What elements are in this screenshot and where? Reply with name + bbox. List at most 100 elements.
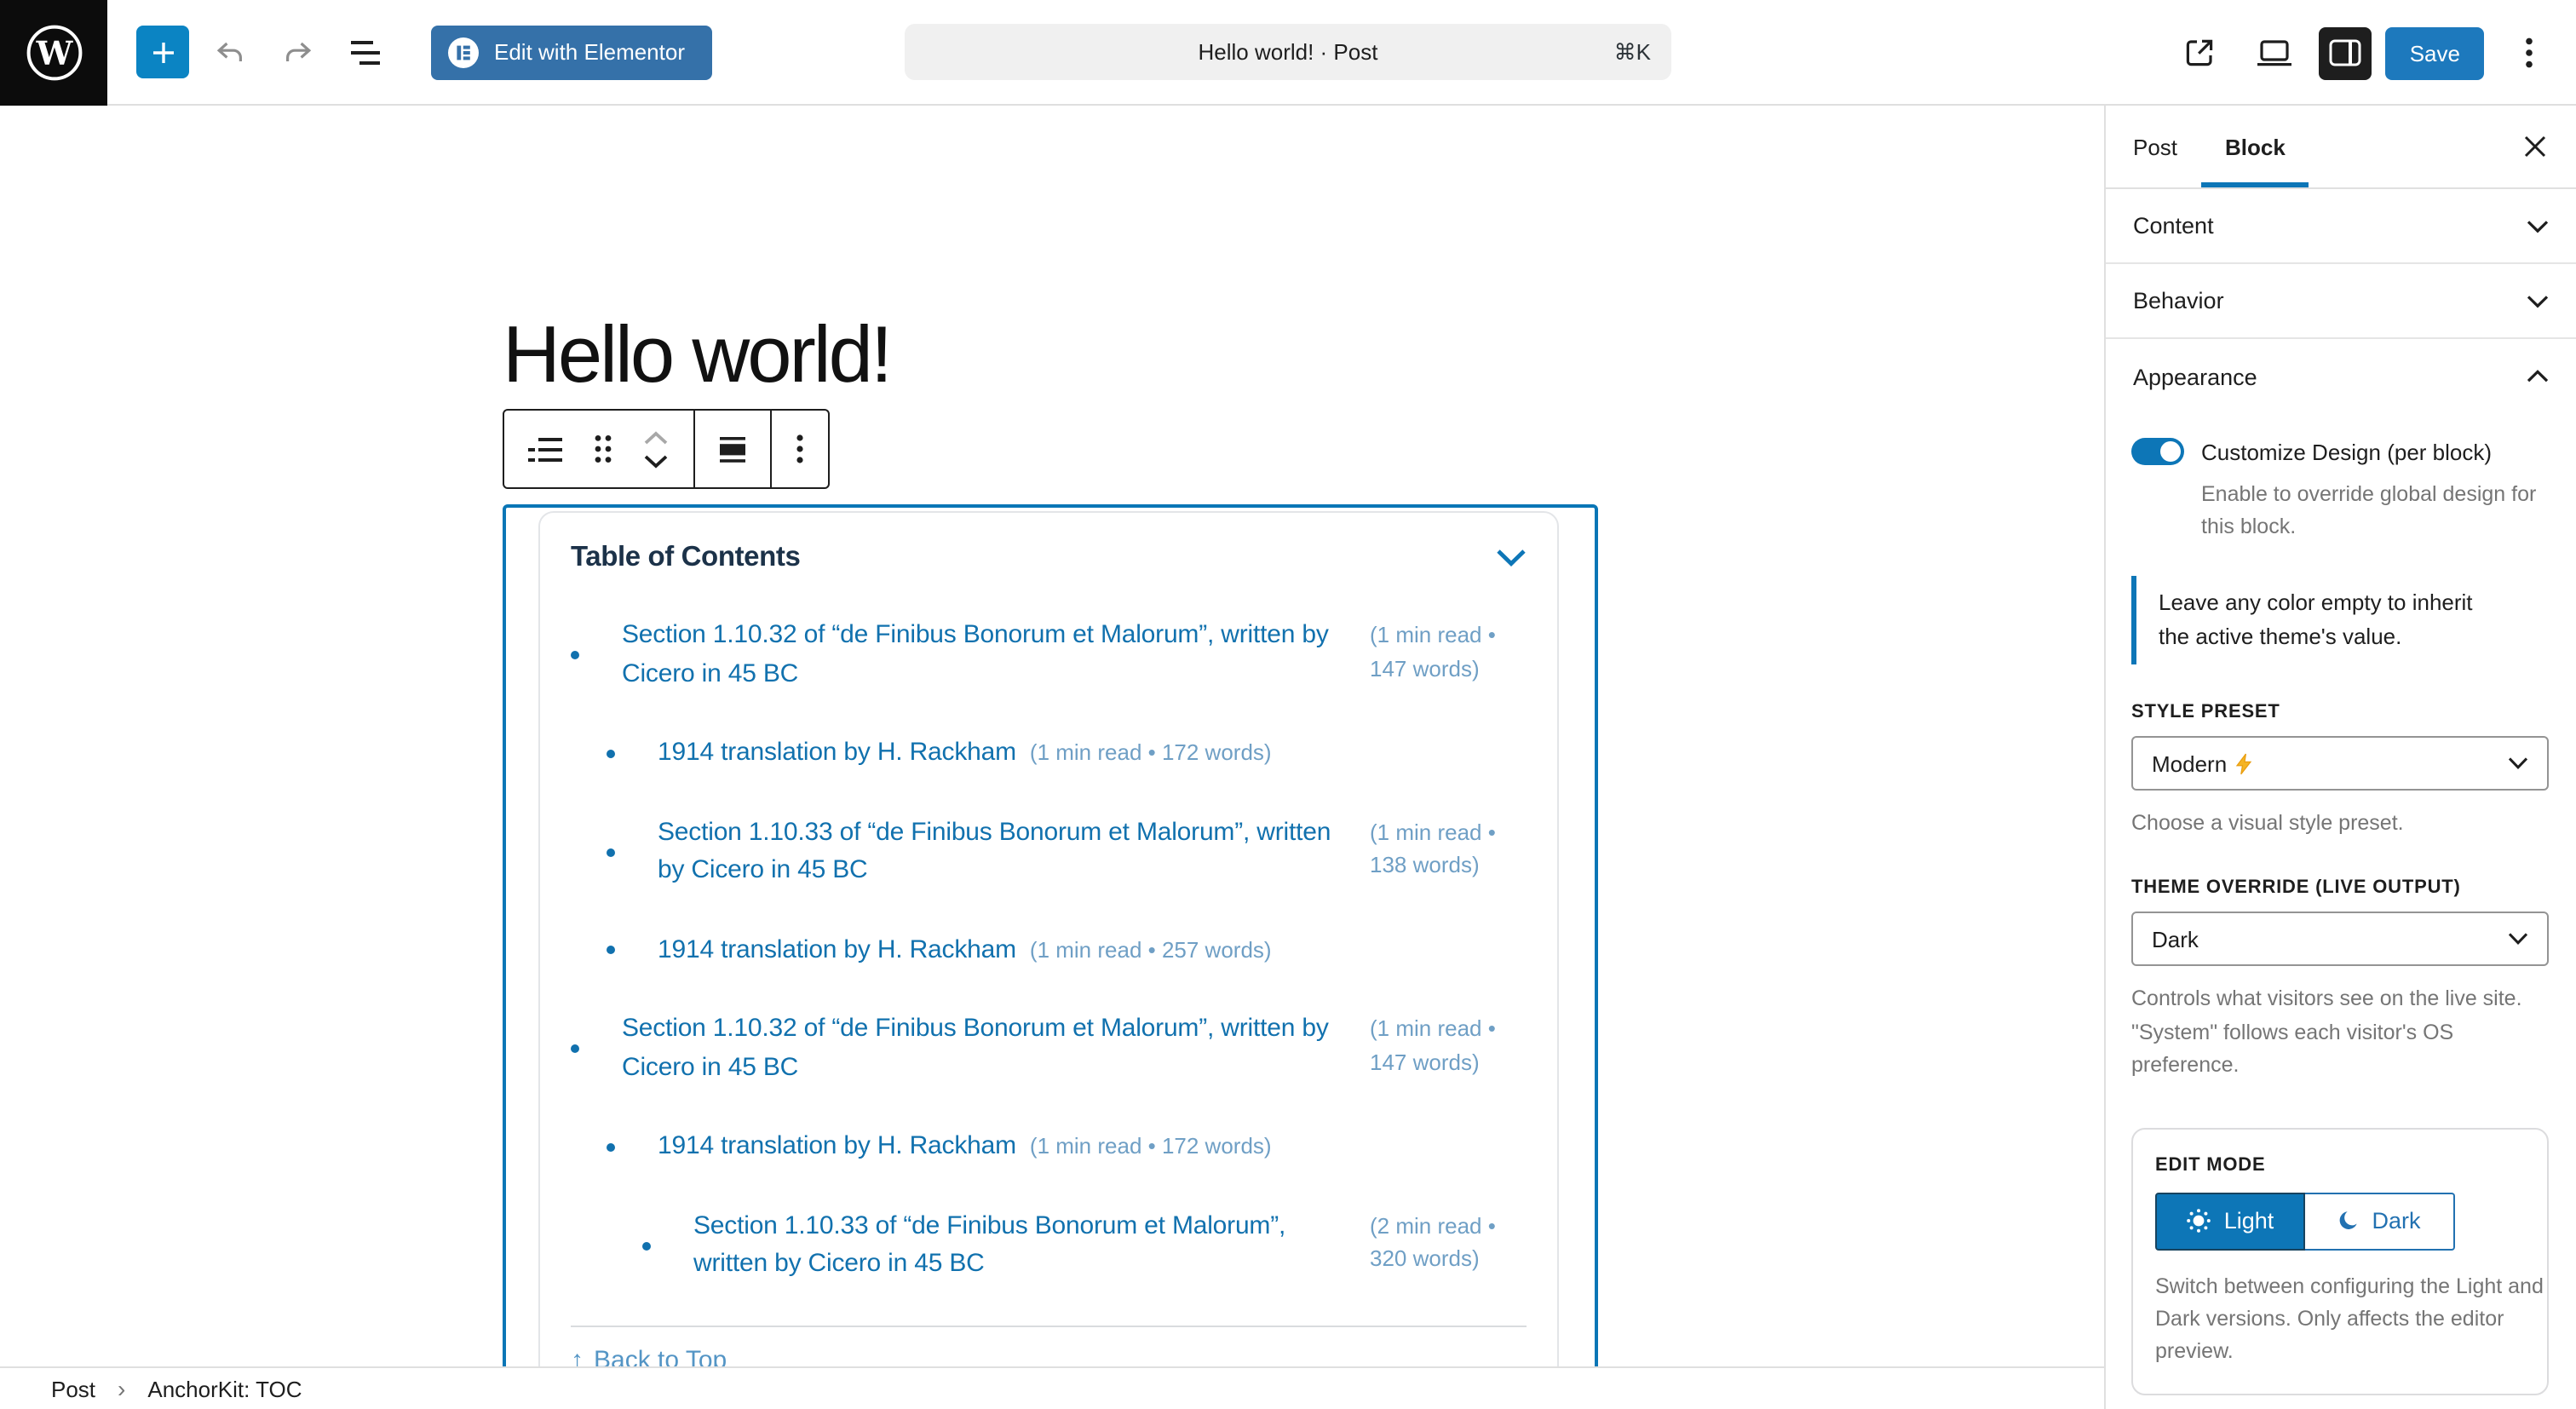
redo-button[interactable]: [267, 21, 329, 83]
wordpress-logo[interactable]: W: [0, 0, 107, 105]
move-up-button[interactable]: [639, 427, 673, 447]
edit-with-elementor-label: Edit with Elementor: [494, 39, 685, 65]
sidebar-tabs: Post Block: [2106, 106, 2576, 189]
save-label: Save: [2410, 40, 2460, 66]
wordpress-icon: W: [23, 21, 84, 83]
toc-link[interactable]: 1914 translation by H. Rackham: [658, 738, 1016, 767]
toc-link[interactable]: Section 1.10.33 of “de Finibus Bonorum e…: [658, 814, 1346, 890]
document-overview-button[interactable]: [336, 21, 397, 83]
breadcrumb-separator-icon: ›: [118, 1375, 125, 1402]
toc-meta: (1 min read • 138 words): [1370, 814, 1527, 882]
settings-sidebar-toggle[interactable]: [2320, 26, 2372, 79]
edit-mode-light-label: Light: [2224, 1208, 2274, 1234]
document-title: Hello world! · Post: [1199, 39, 1378, 65]
inherit-colors-note: Leave any color empty to inherit the act…: [2131, 576, 2549, 665]
close-sidebar-button[interactable]: [2511, 123, 2559, 170]
command-center-search[interactable]: Hello world! · Post ⌘K: [905, 24, 1671, 80]
toc-item: 1914 translation by H. Rackham(1 min rea…: [571, 734, 1527, 773]
panel-content[interactable]: Content: [2106, 189, 2576, 264]
laptop-icon: [2257, 37, 2294, 68]
chevron-down-icon: [2508, 756, 2528, 770]
toc-item-content: Section 1.10.33 of “de Finibus Bonorum e…: [693, 1207, 1527, 1284]
toc-item: Section 1.10.32 of “de Finibus Bonorum e…: [571, 617, 1527, 693]
toc-item-content: Section 1.10.33 of “de Finibus Bonorum e…: [658, 814, 1527, 890]
toc-card: Table of Contents Section 1.10.32 of “de…: [538, 511, 1559, 1409]
block-options-button[interactable]: [792, 431, 808, 467]
chevron-up-icon: [642, 430, 670, 444]
undo-button[interactable]: [199, 21, 261, 83]
block-inserter-button[interactable]: [136, 26, 189, 78]
tab-block[interactable]: Block: [2201, 106, 2309, 187]
panel-behavior[interactable]: Behavior: [2106, 264, 2576, 339]
elementor-icon: [448, 37, 479, 67]
toc-item: Section 1.10.33 of “de Finibus Bonorum e…: [571, 1207, 1527, 1284]
toc-header: Table of Contents: [571, 542, 1527, 574]
toc-item-content: 1914 translation by H. Rackham (1 min rea…: [658, 1128, 1527, 1166]
block-toolbar-group-main: [504, 411, 695, 487]
close-icon: [2523, 135, 2547, 158]
toc-link[interactable]: 1914 translation by H. Rackham: [658, 1131, 1016, 1160]
toggle-knob: [2160, 441, 2181, 462]
breadcrumb-post[interactable]: Post: [51, 1376, 95, 1401]
customize-design-row: Customize Design (per block): [2131, 438, 2549, 465]
command-shortcut: ⌘K: [1614, 38, 1651, 66]
edit-mode-light-button[interactable]: Light: [2155, 1192, 2305, 1250]
bullet-icon: [607, 848, 615, 856]
panel-appearance-label: Appearance: [2133, 364, 2257, 389]
chevron-down-icon: [2508, 933, 2528, 946]
undo-icon: [213, 35, 247, 69]
edit-mode-dark-button[interactable]: Dark: [2305, 1192, 2455, 1250]
view-post-button[interactable]: [2170, 22, 2231, 83]
post-title[interactable]: Hello world!: [503, 307, 890, 400]
panel-content-label: Content: [2133, 213, 2214, 239]
toc-item-content: Section 1.10.32 of “de Finibus Bonorum e…: [622, 1010, 1527, 1087]
appearance-panel-body: Customize Design (per block) Enable to o…: [2106, 414, 2576, 1395]
panel-behavior-label: Behavior: [2133, 288, 2224, 313]
edit-mode-segmented-control: Light Dark: [2155, 1192, 2455, 1250]
drag-handle[interactable]: [591, 431, 615, 467]
align-button[interactable]: [716, 432, 750, 466]
topbar-right-group: Save: [2170, 0, 2576, 106]
bullet-icon: [607, 1143, 615, 1152]
toc-link[interactable]: Section 1.10.32 of “de Finibus Bonorum e…: [622, 1010, 1346, 1087]
toc-link[interactable]: Section 1.10.32 of “de Finibus Bonorum e…: [622, 617, 1346, 693]
toc-meta: (1 min read • 172 words): [1030, 1133, 1272, 1159]
list-block-icon: [528, 435, 564, 463]
bullet-icon: [571, 1044, 579, 1053]
block-toolbar-group-align: [695, 411, 772, 487]
chevron-down-icon: [642, 454, 670, 468]
tab-post[interactable]: Post: [2109, 106, 2201, 187]
collapse-chevron-icon[interactable]: [1496, 549, 1527, 567]
options-menu-button[interactable]: [2498, 22, 2559, 83]
customize-design-toggle[interactable]: [2131, 438, 2184, 465]
edit-mode-help: Switch between configuring the Light and…: [2155, 1270, 2544, 1369]
toc-meta: (1 min read • 257 words): [1030, 936, 1272, 962]
toc-item-content: Section 1.10.32 of “de Finibus Bonorum e…: [622, 617, 1527, 693]
move-down-button[interactable]: [639, 451, 673, 471]
top-toolbar: W: [0, 0, 2576, 106]
theme-override-select[interactable]: Dark: [2131, 912, 2549, 967]
panel-appearance[interactable]: Appearance: [2106, 339, 2576, 414]
toc-item: 1914 translation by H. Rackham (1 min rea…: [571, 1128, 1527, 1166]
style-preset-select[interactable]: Modern: [2131, 736, 2549, 791]
toc-item: Section 1.10.33 of “de Finibus Bonorum e…: [571, 814, 1527, 890]
toc-meta: (1 min read • 147 words): [1370, 617, 1527, 685]
selected-toc-block[interactable]: Table of Contents Section 1.10.32 of “de…: [503, 504, 1598, 1409]
kebab-menu-icon: [796, 434, 804, 463]
block-type-button[interactable]: [525, 432, 567, 466]
breadcrumb-block[interactable]: AnchorKit: TOC: [147, 1376, 302, 1401]
workspace: Hello world!: [0, 106, 2576, 1409]
block-mover: [639, 427, 673, 471]
toc-meta: (2 min read • 320 words): [1370, 1207, 1527, 1275]
toc-link[interactable]: Section 1.10.33 of “de Finibus Bonorum e…: [693, 1207, 1346, 1284]
svg-text:W: W: [35, 33, 73, 72]
toc-item: 1914 translation by H. Rackham (1 min rea…: [571, 931, 1527, 969]
toc-link[interactable]: 1914 translation by H. Rackham: [658, 935, 1016, 963]
chevron-down-icon: [2527, 294, 2549, 308]
edit-with-elementor-button[interactable]: Edit with Elementor: [431, 25, 712, 79]
editor-window: W: [0, 0, 2576, 1409]
preview-device-button[interactable]: [2245, 22, 2306, 83]
save-button[interactable]: Save: [2386, 26, 2484, 79]
redo-icon: [281, 35, 315, 69]
sun-icon: [2187, 1208, 2212, 1234]
